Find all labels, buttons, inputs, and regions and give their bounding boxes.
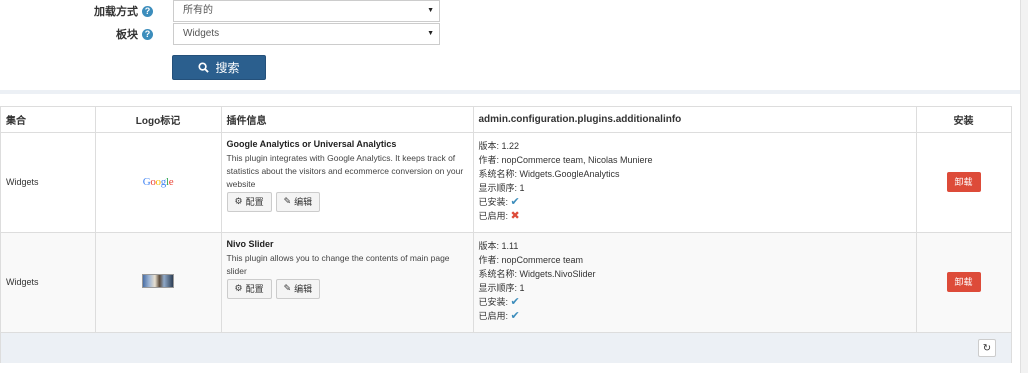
enabled-label: 已启用: [478,210,509,221]
column-header-logo[interactable]: Logo标记 [95,107,222,133]
group-label: 板块 [116,29,138,41]
configure-label: 配置 [245,197,264,207]
plugin-actions: ⚙ 配置 ✎ 编辑 [226,278,467,299]
cross-icon: ✖ [510,209,520,222]
plugin-system-name: 系统名称: Widgets.GoogleAnalytics [478,168,620,179]
edit-button[interactable]: ✎ 编辑 [275,191,321,212]
plugin-info: Nivo Slider This plugin allows you to ch… [221,232,474,333]
plugin-installed: 已安装: ✔ [479,295,916,309]
load-mode-row: 加载方式 ? 所有的 ▼ [0,0,440,22]
configure-label: 配置 [245,284,264,294]
install-cell: 卸载 [916,132,1012,233]
plugin-author: 作者: nopCommerce team [478,254,584,265]
plugin-system-name: 系统名称: Widgets.NivoSlider [478,268,596,279]
plugin-version: 版本: 1.11 [478,240,519,251]
chevron-down-icon: ▼ [427,7,434,14]
table-row: Widgets Google Google Analytics or Unive… [1,132,1012,233]
plugin-name: Nivo Slider [226,238,274,249]
plugin-installed: 已安装: ✔ [479,195,916,209]
gear-icon: ⚙ [234,283,243,293]
load-mode-value: 所有的 [183,5,213,16]
chevron-down-icon: ▼ [427,30,434,37]
grid-footer: ↻ [1,333,1011,363]
uninstall-button[interactable]: 卸载 [946,272,981,292]
plugin-enabled: 已启用: ✖ [479,209,916,223]
installed-label: 已安装: [478,296,509,307]
nivo-slider-logo [142,274,174,288]
column-header-additional-info[interactable]: admin.configuration.plugins.additionalin… [473,107,917,133]
row-group: Widgets [1,232,96,333]
plugin-version: 版本: 1.22 [478,140,520,151]
edit-label: 编辑 [294,284,313,294]
column-header-group[interactable]: 集合 [1,107,96,133]
plugin-info: Google Analytics or Universal Analytics … [221,132,474,233]
install-cell: 卸载 [916,232,1012,333]
load-mode-select[interactable]: 所有的 ▼ [173,0,440,22]
column-header-install[interactable]: 安装 [916,107,1012,133]
plugin-description: This plugin allows you to change the con… [226,252,450,276]
plugins-grid: 集合 Logo标记 插件信息 admin.configuration.plugi… [0,106,1012,363]
plugin-name: Google Analytics or Universal Analytics [226,138,397,149]
group-value: Widgets [183,28,220,39]
plugin-author: 作者: nopCommerce team, Nicolas Muniere [478,154,653,165]
table-row: Widgets Nivo Slider This plugin allows y… [1,232,1012,333]
search-button[interactable]: 搜索 [172,55,266,80]
help-icon[interactable]: ? [142,5,153,17]
search-button-label: 搜索 [215,61,240,75]
edit-label: 编辑 [294,197,313,207]
table-header-row: 集合 Logo标记 插件信息 admin.configuration.plugi… [1,107,1012,133]
refresh-icon[interactable]: ↻ [978,339,996,357]
google-logo: Google [142,176,174,188]
edit-button[interactable]: ✎ 编辑 [275,278,321,299]
load-mode-label: 加载方式 [94,6,138,18]
plugin-enabled: 已启用: ✔ [479,309,916,323]
plugin-logo: Google [95,132,222,233]
plugin-logo [95,232,222,333]
plugin-display-order: 显示顺序: 1 [478,182,525,193]
configure-button[interactable]: ⚙ 配置 [226,278,272,299]
installed-label: 已安装: [478,196,509,207]
search-icon [198,62,210,73]
scrollbar[interactable] [1020,0,1028,373]
column-header-plugin-info[interactable]: 插件信息 [221,107,474,133]
row-group: Widgets [1,132,96,233]
group-row: 板块 ? Widgets ▼ [0,23,440,45]
plugin-additional-info: 版本: 1.22 作者: nopCommerce team, Nicolas M… [473,132,917,233]
check-icon: ✔ [510,295,520,308]
group-select[interactable]: Widgets ▼ [173,23,440,45]
plugin-display-order: 显示顺序: 1 [478,282,525,293]
uninstall-button[interactable]: 卸载 [946,172,981,192]
plugin-additional-info: 版本: 1.11 作者: nopCommerce team 系统名称: Widg… [473,232,917,333]
enabled-label: 已启用: [478,310,509,321]
pencil-icon: ✎ [283,283,292,293]
check-icon: ✔ [510,195,520,208]
pencil-icon: ✎ [283,196,292,206]
plugin-actions: ⚙ 配置 ✎ 编辑 [226,191,467,212]
plugin-description: This plugin integrates with Google Analy… [226,152,464,189]
search-panel: 加载方式 ? 所有的 ▼ 板块 ? Widgets ▼ 搜索 [0,0,1020,94]
plugins-table: 集合 Logo标记 插件信息 admin.configuration.plugi… [1,107,1012,333]
help-icon[interactable]: ? [142,28,153,40]
check-icon: ✔ [510,309,520,322]
gear-icon: ⚙ [234,196,243,206]
configure-button[interactable]: ⚙ 配置 [226,191,272,212]
